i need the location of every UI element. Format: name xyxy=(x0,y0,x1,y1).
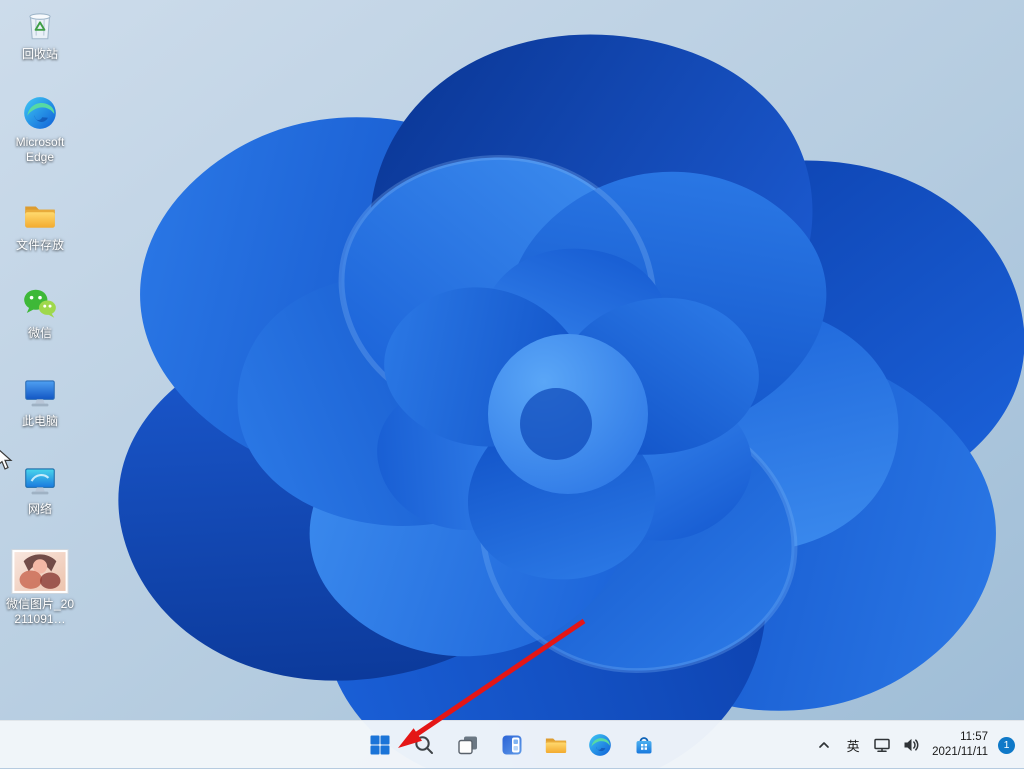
tray-overflow-button[interactable] xyxy=(810,725,838,765)
desktop-icon-label: 网络 xyxy=(28,502,52,517)
network-ethernet-icon xyxy=(872,735,892,755)
network-tray-button[interactable] xyxy=(868,725,896,765)
monitor-icon xyxy=(21,373,59,411)
task-view-button[interactable] xyxy=(448,725,488,765)
system-tray: 英 11:57 2021/11/11 1 xyxy=(810,721,1020,769)
edge-icon xyxy=(21,94,59,132)
desktop-icon-recycle-bin[interactable]: 回收站 xyxy=(2,6,78,62)
volume-tray-button[interactable] xyxy=(897,725,925,765)
image-thumbnail xyxy=(11,549,69,594)
desktop-icon-network[interactable]: 网络 xyxy=(2,461,78,517)
desktop-icon-label: Microsoft Edge xyxy=(4,135,76,165)
widgets-icon xyxy=(500,733,524,757)
desktop-icon-microsoft-edge[interactable]: Microsoft Edge xyxy=(2,94,78,165)
wechat-icon xyxy=(21,285,59,323)
file-explorer-button[interactable] xyxy=(536,725,576,765)
clock-time: 11:57 xyxy=(960,730,988,745)
desktop-icon-label: 回收站 xyxy=(22,47,58,62)
desktop-icon-label: 文件存放 xyxy=(16,238,64,253)
notification-badge[interactable]: 1 xyxy=(998,737,1015,754)
desktop-icon-label: 微信图片_20211091… xyxy=(4,597,76,627)
start-button[interactable] xyxy=(360,725,400,765)
recycle-bin-icon xyxy=(21,6,59,44)
clock-date: 2021/11/11 xyxy=(932,745,988,760)
chevron-up-icon xyxy=(815,736,833,754)
desktop-icon-column: 回收站 Microsoft Edge 文件存放 xyxy=(2,6,78,627)
widgets-button[interactable] xyxy=(492,725,532,765)
desktop-icon-label: 此电脑 xyxy=(22,414,58,429)
speaker-icon xyxy=(901,735,921,755)
search-icon xyxy=(412,733,436,757)
search-button[interactable] xyxy=(404,725,444,765)
taskbar: 英 11:57 2021/11/11 1 xyxy=(0,720,1024,768)
edge-button[interactable] xyxy=(580,725,620,765)
desktop-icon-file-folder[interactable]: 文件存放 xyxy=(2,197,78,253)
file-explorer-icon xyxy=(543,732,569,758)
folder-icon xyxy=(21,197,59,235)
microsoft-store-icon xyxy=(632,733,656,757)
desktop-icon-wechat[interactable]: 微信 xyxy=(2,285,78,341)
task-view-icon xyxy=(456,733,480,757)
ime-indicator[interactable]: 英 xyxy=(839,725,867,765)
desktop-icon-this-pc[interactable]: 此电脑 xyxy=(2,373,78,429)
wallpaper-bloom xyxy=(0,0,1024,768)
clock[interactable]: 11:57 2021/11/11 xyxy=(926,725,994,765)
network-icon xyxy=(21,461,59,499)
taskbar-center-group xyxy=(360,725,664,765)
desktop-icon-label: 微信 xyxy=(28,326,52,341)
windows-logo-icon xyxy=(368,733,392,757)
store-button[interactable] xyxy=(624,725,664,765)
desktop-icon-wechat-image[interactable]: 微信图片_20211091… xyxy=(2,549,78,627)
desktop[interactable]: 回收站 Microsoft Edge 文件存放 xyxy=(0,0,1024,768)
edge-icon xyxy=(587,732,613,758)
